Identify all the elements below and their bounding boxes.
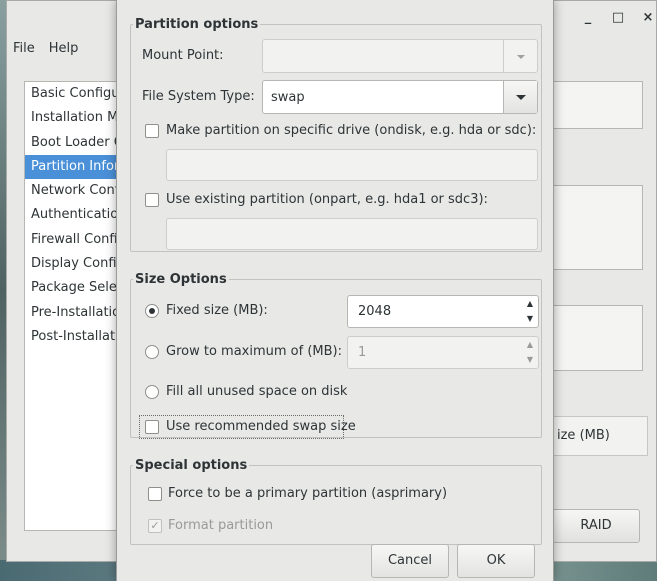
menu-file[interactable]: File <box>13 37 35 61</box>
sidebar-item-pre-installation-script[interactable]: Pre-Installation <box>25 301 123 325</box>
partition-options-dialog: Partition options Mount Point: File Syst… <box>116 0 554 581</box>
ondisk-field[interactable] <box>166 149 538 181</box>
grow-to-maximum-label: Grow to maximum of (MB): <box>166 344 342 359</box>
partition-options-group: Partition options Mount Point: File Syst… <box>130 16 542 252</box>
sidebar-item-boot-loader-options[interactable]: Boot Loader O <box>25 131 123 155</box>
ok-button[interactable]: OK <box>457 544 535 578</box>
spin-up-icon[interactable]: ▲ <box>525 340 535 350</box>
ondisk-checkbox[interactable] <box>145 124 159 138</box>
minimize-icon[interactable]: _ <box>579 9 597 27</box>
onpart-checkbox[interactable] <box>145 193 159 207</box>
spin-down-icon[interactable]: ▼ <box>525 314 535 324</box>
sidebar-item-installation-method[interactable]: Installation Me <box>25 106 123 130</box>
group-title: Partition options <box>133 16 261 33</box>
onpart-field[interactable] <box>166 218 538 250</box>
special-options-group: Special options Force to be a primary pa… <box>130 457 542 545</box>
sidebar-item-basic-configuration[interactable]: Basic Configur <box>25 82 123 106</box>
fixed-size-label: Fixed size (MB): <box>166 303 268 318</box>
file-system-type-combo[interactable]: swap <box>262 80 538 114</box>
sidebar: Basic Configur Installation Me Boot Load… <box>24 81 124 531</box>
group-title: Size Options <box>133 271 229 288</box>
format-partition-checkbox[interactable]: ✓ <box>148 519 162 533</box>
size-options-group: Size Options Fixed size (MB): 2048 ▲ ▼ G… <box>130 271 542 439</box>
fixed-size-spinbox[interactable]: 2048 ▲ ▼ <box>347 295 539 328</box>
recommended-swap-label: Use recommended swap size <box>166 419 356 434</box>
sidebar-item-firewall-configuration[interactable]: Firewall Config <box>25 228 123 252</box>
file-system-type-label: File System Type: <box>142 89 255 104</box>
raid-button[interactable]: RAID <box>552 509 640 543</box>
close-icon[interactable]: × <box>639 9 657 27</box>
radio-selected-dot <box>149 308 155 314</box>
chevron-down-icon[interactable] <box>503 40 537 72</box>
asprimary-checkbox[interactable] <box>148 487 162 501</box>
partition-table-size-column-header[interactable]: ize (MB) <box>552 416 648 456</box>
cancel-button[interactable]: Cancel <box>371 544 449 578</box>
mount-point-combo[interactable] <box>262 39 538 73</box>
sidebar-item-partition-information[interactable]: Partition Inform <box>25 154 123 180</box>
fixed-size-value: 2048 <box>358 304 392 319</box>
chevron-down-icon[interactable] <box>503 81 537 113</box>
sidebar-item-network-configuration[interactable]: Network Confi <box>25 179 123 203</box>
background-panel <box>552 185 643 270</box>
grow-to-maximum-spinbox[interactable]: 1 ▲ ▼ <box>347 336 539 369</box>
grow-to-maximum-value: 1 <box>358 345 367 360</box>
format-partition-label: Format partition <box>168 518 274 533</box>
spin-up-icon[interactable]: ▲ <box>525 299 535 309</box>
asprimary-label: Force to be a primary partition (asprima… <box>168 486 448 501</box>
checkmark-icon: ✓ <box>150 519 160 532</box>
recommended-swap-checkbox[interactable] <box>145 420 159 434</box>
spin-down-icon[interactable]: ▼ <box>525 355 535 365</box>
sidebar-item-authentication[interactable]: Authentication <box>25 203 123 227</box>
sidebar-item-package-selection[interactable]: Package Selec <box>25 276 123 300</box>
fixed-size-radio[interactable] <box>145 304 159 318</box>
fill-unused-space-label: Fill all unused space on disk <box>166 384 348 399</box>
grow-to-maximum-radio[interactable] <box>145 345 159 359</box>
file-system-type-value: swap <box>271 90 305 105</box>
sidebar-item-post-installation-script[interactable]: Post-Installatio <box>25 325 123 349</box>
background-panel <box>552 81 643 129</box>
fill-unused-space-radio[interactable] <box>145 385 159 399</box>
onpart-label: Use existing partition (onpart, e.g. hda… <box>166 192 488 207</box>
menu-help[interactable]: Help <box>49 37 79 61</box>
maximize-icon[interactable]: □ <box>609 9 627 27</box>
group-title: Special options <box>133 457 250 474</box>
sidebar-item-display-configuration[interactable]: Display Config <box>25 252 123 276</box>
mount-point-label: Mount Point: <box>142 48 224 63</box>
ondisk-label: Make partition on specific drive (ondisk… <box>166 123 537 138</box>
background-panel <box>552 305 643 371</box>
